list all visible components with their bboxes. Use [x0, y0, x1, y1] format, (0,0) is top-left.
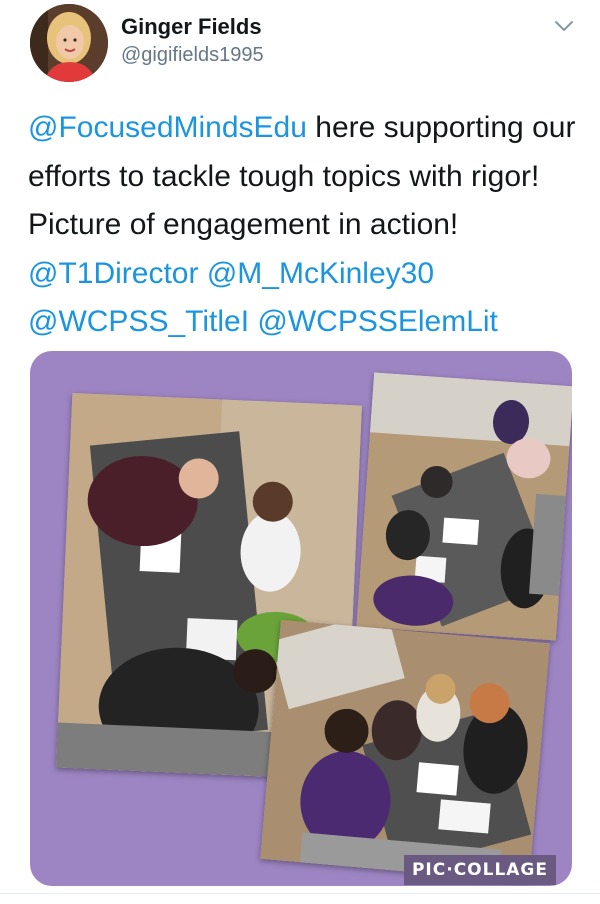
divider: [0, 893, 600, 894]
mention-link[interactable]: @T1Director: [28, 257, 198, 290]
mention-link[interactable]: @M_McKinley30: [207, 257, 434, 290]
avatar-image: [30, 4, 108, 82]
collage-photo: [260, 619, 550, 883]
collage-photo: [356, 372, 572, 641]
avatar[interactable]: [30, 4, 108, 82]
chevron-down-icon[interactable]: [552, 14, 576, 38]
mention-link[interactable]: @FocusedMindsEdu: [28, 111, 307, 144]
author-name[interactable]: Ginger Fields: [121, 14, 262, 40]
tweet-text-segment: [198, 257, 206, 290]
tweet-text: @FocusedMindsEdu here supporting our eff…: [28, 104, 588, 347]
media-collage[interactable]: [30, 351, 572, 886]
author-handle[interactable]: @gigifields1995: [121, 44, 264, 67]
picollage-watermark: PIC·COLLAGE: [404, 855, 556, 885]
mention-link[interactable]: @WCPSS_TitleI: [28, 305, 249, 338]
mention-link[interactable]: @WCPSSElemLit: [257, 305, 498, 338]
